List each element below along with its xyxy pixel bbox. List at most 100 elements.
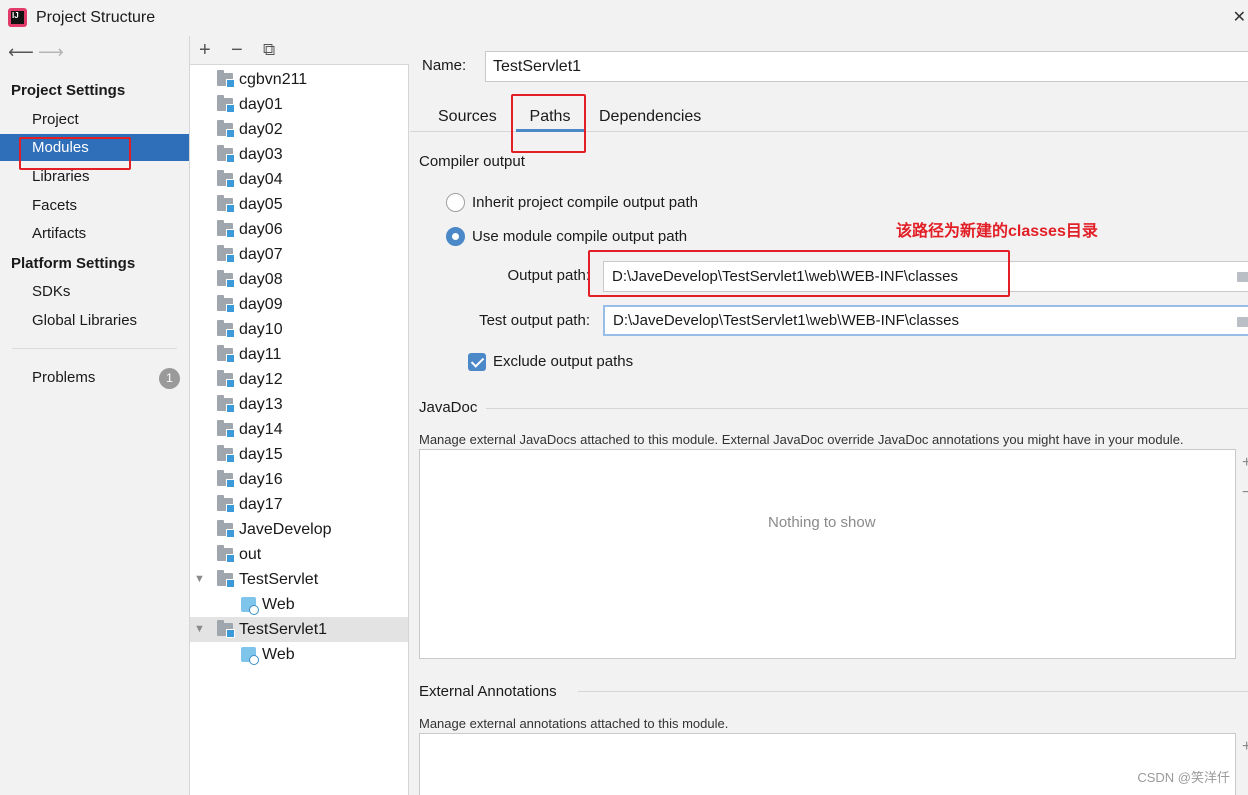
expand-chevron-icon[interactable]: ▼ [194, 567, 205, 592]
copy-icon[interactable]: ⧉ [263, 38, 275, 62]
module-folder-icon [217, 170, 235, 188]
exclude-output-checkbox[interactable] [468, 353, 486, 371]
module-detail-panel: Name: TestServlet1 Sources Paths Depende… [410, 36, 1248, 795]
inherit-output-radio[interactable] [446, 193, 465, 212]
tree-item-module[interactable]: day12 [190, 367, 408, 392]
module-folder-icon [217, 70, 235, 88]
nav-item-libraries[interactable]: Libraries [0, 163, 189, 190]
add-icon[interactable]: + [199, 38, 211, 62]
external-annotations-title: External Annotations [419, 683, 557, 700]
tree-item-module[interactable]: JaveDevelop [190, 517, 408, 542]
module-folder-icon [217, 445, 235, 463]
tree-item-module[interactable]: day05 [190, 192, 408, 217]
nav-item-sdks[interactable]: SDKs [0, 278, 189, 305]
external-annotations-description: Manage external annotations attached to … [419, 716, 729, 731]
tree-item-label: Web [262, 646, 295, 663]
browse-folder-icon[interactable] [1237, 272, 1248, 282]
tree-item-module[interactable]: day17 [190, 492, 408, 517]
tab-paths[interactable]: Paths [516, 96, 584, 132]
exclude-output-label: Exclude output paths [493, 353, 634, 370]
nav-item-project[interactable]: Project [0, 106, 189, 133]
tree-item-web-facet[interactable]: Web [190, 592, 408, 617]
tree-item-web-facet[interactable]: Web [190, 642, 408, 667]
nav-divider [12, 348, 177, 349]
module-folder-icon [217, 520, 235, 538]
tree-item-label: day11 [239, 346, 282, 363]
tree-item-module[interactable]: day06 [190, 217, 408, 242]
history-nav: ⟵ ⟶ [8, 42, 68, 63]
tree-item-label: day01 [239, 96, 283, 113]
tree-item-testservlet[interactable]: ▼ TestServlet [190, 567, 408, 592]
external-annotations-add-icon[interactable]: + [1242, 738, 1248, 756]
output-path-field[interactable]: D:\JaveDevelop\TestServlet1\web\WEB-INF\… [603, 261, 1248, 292]
nav-item-artifacts[interactable]: Artifacts [0, 220, 189, 247]
tree-item-module[interactable]: day03 [190, 142, 408, 167]
tree-item-module[interactable]: day11 [190, 342, 408, 367]
tree-item-module[interactable]: day14 [190, 417, 408, 442]
web-facet-icon [241, 647, 259, 665]
nav-item-modules[interactable]: Modules [0, 134, 189, 161]
javadoc-add-icon[interactable]: + [1242, 454, 1248, 472]
module-folder-icon [217, 95, 235, 113]
tree-item-module[interactable]: day02 [190, 117, 408, 142]
module-folder-icon [217, 495, 235, 513]
remove-icon[interactable]: − [231, 38, 243, 62]
back-arrow-icon[interactable]: ⟵ [8, 42, 38, 63]
project-settings-header: Project Settings [11, 82, 126, 99]
tree-item-module[interactable]: day04 [190, 167, 408, 192]
module-folder-icon [217, 570, 235, 588]
external-annotations-list[interactable] [419, 733, 1236, 795]
expand-chevron-icon[interactable]: ▼ [194, 617, 205, 642]
close-icon[interactable]: ✕ [1233, 7, 1246, 27]
forward-arrow-icon[interactable]: ⟶ [38, 42, 68, 63]
use-module-output-label: Use module compile output path [472, 228, 688, 245]
test-output-path-field[interactable]: D:\JaveDevelop\TestServlet1\web\WEB-INF\… [603, 305, 1248, 336]
javadoc-list[interactable]: Nothing to show [419, 449, 1236, 659]
module-folder-icon [217, 370, 235, 388]
module-name-input[interactable]: TestServlet1 [485, 51, 1248, 82]
javadoc-empty-text: Nothing to show [768, 514, 876, 531]
annotation-text: 该路径为新建的classes目录 [896, 223, 1098, 240]
tree-item-module[interactable]: day01 [190, 92, 408, 117]
javadoc-remove-icon[interactable]: − [1242, 484, 1248, 502]
tree-item-label: day15 [239, 446, 283, 463]
javadoc-description: Manage external JavaDocs attached to thi… [419, 432, 1184, 447]
tree-item-module[interactable]: day08 [190, 267, 408, 292]
tree-item-module[interactable]: day13 [190, 392, 408, 417]
tree-item-module[interactable]: day10 [190, 317, 408, 342]
tab-dependencies[interactable]: Dependencies [599, 96, 701, 132]
tree-item-label: day06 [239, 221, 283, 238]
module-folder-icon [217, 295, 235, 313]
tree-item-label: cgbvn211 [239, 71, 308, 88]
tree-item-module[interactable]: day16 [190, 467, 408, 492]
module-folder-icon [217, 320, 235, 338]
module-tree-panel: + − ⧉ cgbvn211 day01 day02 day03 day04 d… [190, 36, 409, 795]
inherit-output-label: Inherit project compile output path [472, 194, 698, 211]
tree-item-module[interactable]: cgbvn211 [190, 67, 408, 92]
tab-sources[interactable]: Sources [438, 96, 497, 132]
module-folder-icon [217, 145, 235, 163]
module-folder-icon [217, 270, 235, 288]
nav-item-global-libraries[interactable]: Global Libraries [0, 307, 189, 334]
tree-item-module[interactable]: out [190, 542, 408, 567]
module-folder-icon [217, 220, 235, 238]
module-folder-icon [217, 195, 235, 213]
nav-item-problems[interactable]: Problems 1 [0, 364, 189, 391]
nav-item-facets[interactable]: Facets [0, 192, 189, 219]
tree-item-module[interactable]: day07 [190, 242, 408, 267]
module-folder-icon [217, 470, 235, 488]
module-folder-icon [217, 345, 235, 363]
browse-folder-icon[interactable] [1237, 317, 1248, 327]
tree-item-label: day14 [239, 421, 283, 438]
tree-item-label: day03 [239, 146, 283, 163]
tree-item-label: day02 [239, 121, 283, 138]
platform-settings-header: Platform Settings [11, 255, 136, 272]
tree-item-module[interactable]: day09 [190, 292, 408, 317]
tree-item-module[interactable]: day15 [190, 442, 408, 467]
use-module-output-radio[interactable] [446, 227, 465, 246]
tree-item-label: TestServlet1 [239, 621, 328, 638]
module-folder-icon [217, 545, 235, 563]
tree-item-testservlet1[interactable]: ▼ TestServlet1 [190, 617, 408, 642]
tree-item-label: day13 [239, 396, 283, 413]
javadoc-title: JavaDoc [419, 399, 478, 416]
